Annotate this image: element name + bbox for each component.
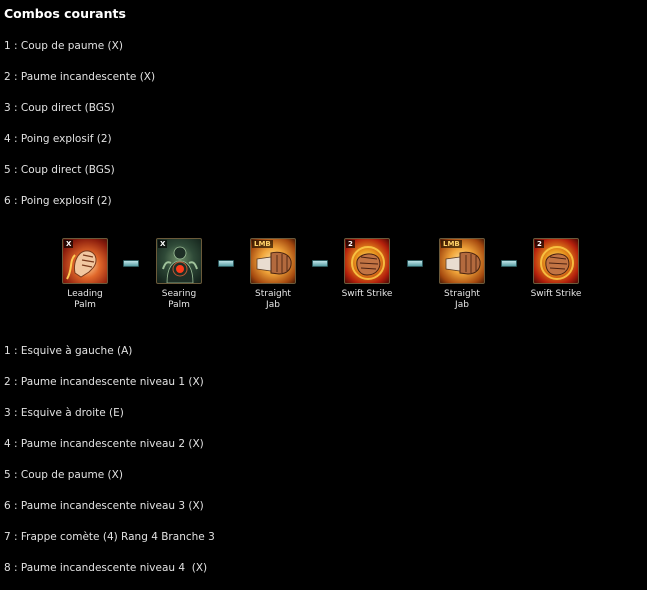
keybind-badge: 2 (346, 240, 355, 248)
skill-straight-jab: LMB Straight Jab (228, 238, 318, 311)
page-title: Combos courants (4, 6, 126, 21)
swift-strike-icon: 2 (533, 238, 579, 284)
combo-2-step: 8 : Paume incandescente niveau 4 (X) (4, 562, 208, 574)
combo-1-step: 5 : Coup direct (BGS) (4, 164, 115, 176)
combo-1-step: 2 : Paume incandescente (X) (4, 71, 156, 83)
skill-label: Swift Strike (322, 289, 412, 300)
skill-label: Straight Jab (417, 289, 507, 311)
skill-swift-strike: 2 Swift Strike (322, 238, 412, 300)
skill-label-line: Swift Strike (530, 289, 582, 299)
skill-label: Searing Palm (134, 289, 224, 311)
skill-chain: X Leading Palm X Searing Palm LMB Straig… (0, 238, 647, 328)
skill-label-line: Jab (455, 300, 469, 310)
skill-searing-palm: X Searing Palm (134, 238, 224, 311)
combo-1-step: 1 : Coup de paume (X) (4, 40, 123, 52)
skill-label-line: Jab (266, 300, 280, 310)
straight-jab-icon: LMB (439, 238, 485, 284)
skill-leading-palm: X Leading Palm (40, 238, 130, 311)
combo-2-step: 4 : Paume incandescente niveau 2 (X) (4, 438, 204, 450)
skill-label: Swift Strike (511, 289, 601, 300)
leading-palm-icon: X (62, 238, 108, 284)
combo-2-step: 5 : Coup de paume (X) (4, 469, 123, 481)
combo-2-step: 7 : Frappe comète (4) Rang 4 Branche 3 (4, 531, 215, 543)
skill-label-line: Straight (255, 289, 291, 299)
skill-label-line: Straight (444, 289, 480, 299)
combo-2-step: 1 : Esquive à gauche (A) (4, 345, 133, 357)
skill-label: Leading Palm (40, 289, 130, 311)
keybind-badge: X (158, 240, 168, 248)
combo-2-step: 3 : Esquive à droite (E) (4, 407, 124, 419)
keybind-badge: 2 (535, 240, 544, 248)
skill-label-line: Palm (74, 300, 96, 310)
keybind-badge: X (64, 240, 74, 248)
skill-label-line: Palm (168, 300, 190, 310)
skill-label-line: Swift Strike (341, 289, 393, 299)
skill-label-line: Searing (161, 289, 197, 299)
combo-2-step: 6 : Paume incandescente niveau 3 (X) (4, 500, 204, 512)
combo-1-step: 3 : Coup direct (BGS) (4, 102, 115, 114)
searing-palm-icon: X (156, 238, 202, 284)
skill-label: Straight Jab (228, 289, 318, 311)
skill-label-line: Leading (67, 289, 103, 299)
keybind-badge: LMB (441, 240, 462, 248)
combo-2-step: 2 : Paume incandescente niveau 1 (X) (4, 376, 204, 388)
straight-jab-icon: LMB (250, 238, 296, 284)
skill-straight-jab: LMB Straight Jab (417, 238, 507, 311)
swift-strike-icon: 2 (344, 238, 390, 284)
skill-swift-strike: 2 Swift Strike (511, 238, 601, 300)
combo-1-step: 6 : Poing explosif (2) (4, 195, 112, 207)
combo-1-step: 4 : Poing explosif (2) (4, 133, 112, 145)
keybind-badge: LMB (252, 240, 273, 248)
